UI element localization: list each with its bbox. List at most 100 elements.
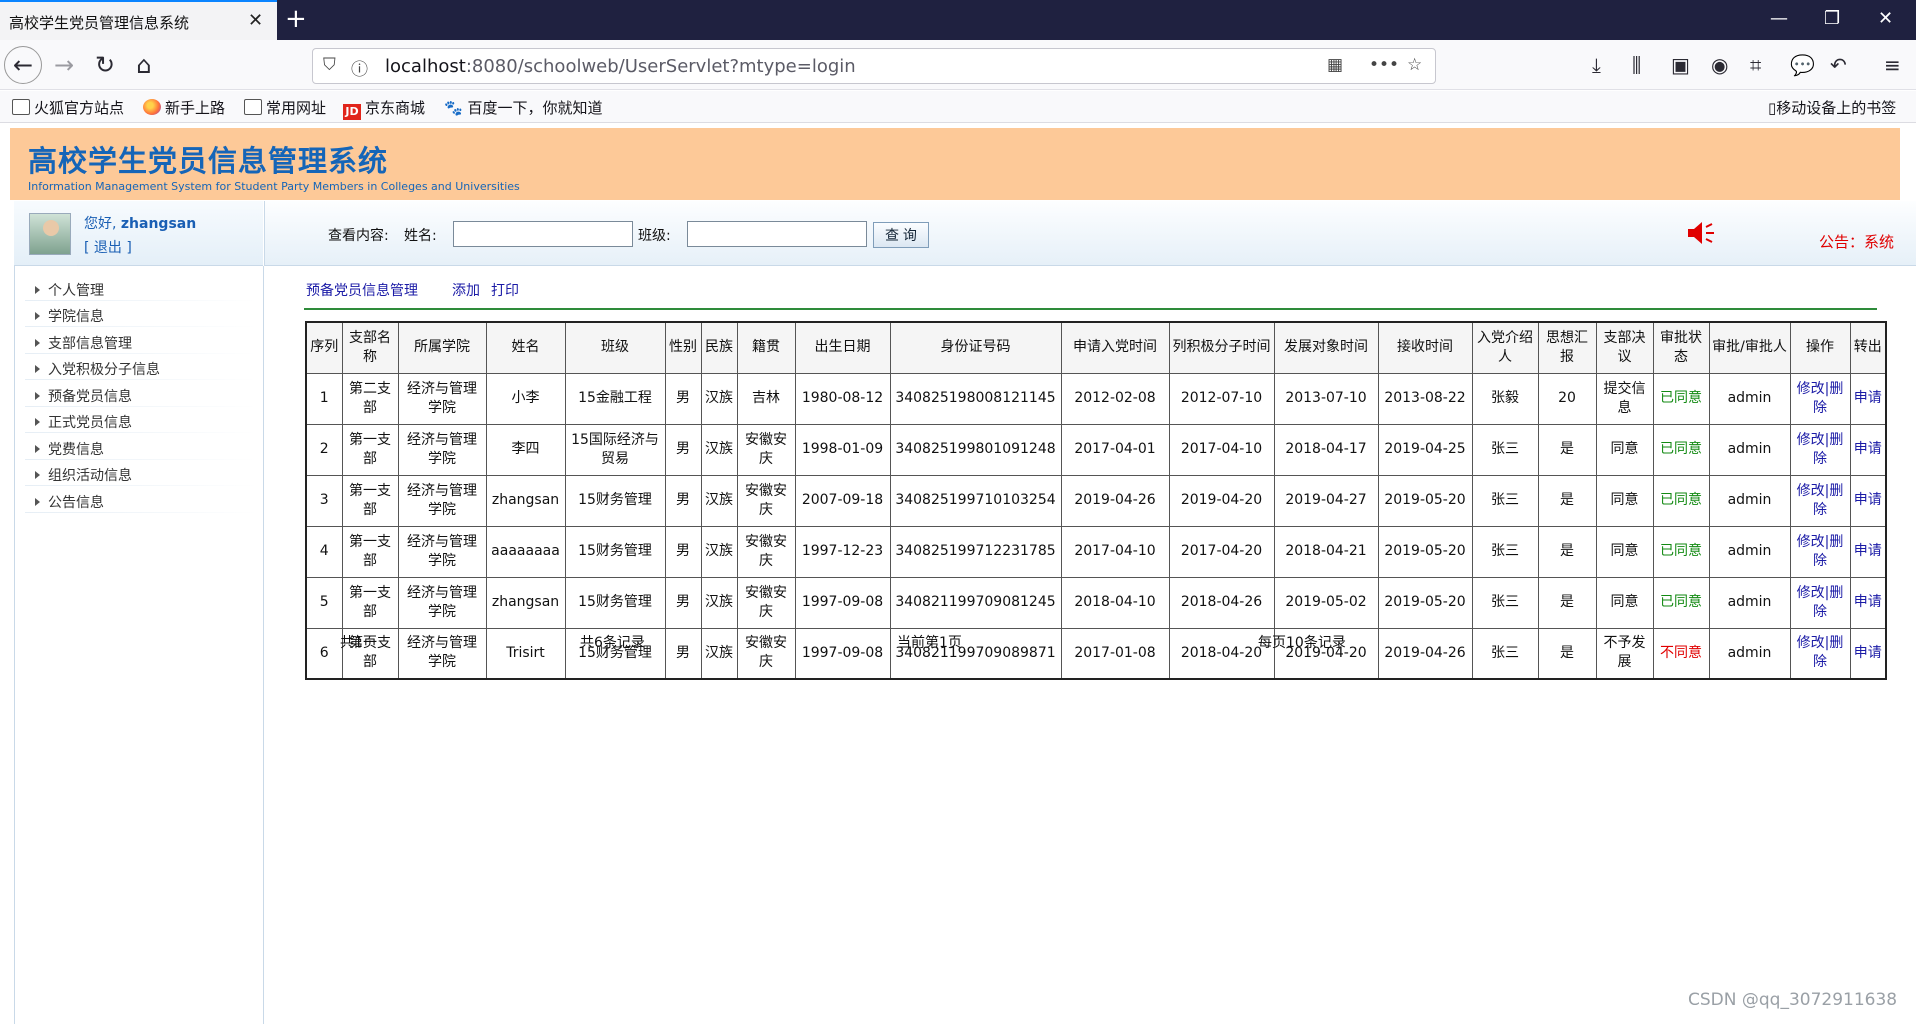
undo-icon[interactable]: ↶ <box>1830 53 1847 77</box>
cell-activist-date: 2017-04-20 <box>1168 525 1275 578</box>
edit-delete-links[interactable]: 修改|删除 <box>1789 372 1851 425</box>
download-icon[interactable]: ⤓ <box>1592 53 1601 77</box>
logout-link[interactable]: [ 退出 ] <box>84 237 132 257</box>
header-banner: 高校学生党员信息管理系统 Information Management Syst… <box>10 128 1900 200</box>
reload-icon[interactable]: ↻ <box>89 50 121 82</box>
cell-name: 小李 <box>485 372 566 425</box>
web-page: 高校学生党员信息管理系统 Information Management Syst… <box>0 124 1916 1024</box>
cell-id-number: 340825199710103254 <box>889 474 1062 527</box>
cell-candidate-date: 2018-04-21 <box>1273 525 1379 578</box>
cell-branch-resolution: 同意 <box>1595 576 1654 629</box>
forward-arrow-icon[interactable]: → <box>48 50 80 82</box>
sidebar-item-college[interactable]: 学院信息 <box>35 306 104 326</box>
sidebar-item-activists[interactable]: 入党积极分子信息 <box>35 359 160 379</box>
back-arrow-icon[interactable]: ← <box>7 50 39 82</box>
divider <box>25 485 257 486</box>
bookmark-baidu[interactable]: 🐾 百度一下，你就知道 <box>444 97 602 118</box>
cell-gender: 男 <box>664 474 702 527</box>
cell-college: 经济与管理学院 <box>397 372 487 425</box>
bookmark-star-icon[interactable]: ☆ <box>1407 55 1422 75</box>
cell-approval-status: 已同意 <box>1652 525 1710 578</box>
cell-ethnicity: 汉族 <box>700 372 738 425</box>
print-link[interactable]: 打印 <box>491 280 519 300</box>
address-bar[interactable]: ⛉ ⓘ localhost:8080/schoolweb/UserServlet… <box>312 48 1436 84</box>
caret-right-icon <box>35 286 40 294</box>
transfer-apply-link[interactable]: 申请 <box>1849 372 1887 425</box>
transfer-apply-link[interactable]: 申请 <box>1849 525 1887 578</box>
cell-ethnicity: 汉族 <box>700 525 738 578</box>
cell-approver: admin <box>1708 627 1791 680</box>
current-page: 当前第1页 <box>897 635 962 651</box>
minimize-icon[interactable]: — <box>1770 8 1788 29</box>
col-header: 出生日期 <box>794 321 891 374</box>
section-title-link[interactable]: 预备党员信息管理 <box>306 280 418 300</box>
col-header: 班级 <box>564 321 666 374</box>
qr-code-icon[interactable]: ▦ <box>1327 55 1343 75</box>
browser-tab[interactable]: 高校学生党员管理信息系统 ✕ <box>0 0 277 40</box>
edit-delete-links[interactable]: 修改|删除 <box>1789 474 1851 527</box>
cell-name: zhangsan <box>485 474 566 527</box>
sidebar-item-probationary[interactable]: 预备党员信息 <box>35 386 132 406</box>
tab-close-icon[interactable]: ✕ <box>248 10 263 31</box>
cell-approval-status: 已同意 <box>1652 372 1710 425</box>
new-tab-icon[interactable]: + <box>285 4 307 34</box>
info-icon[interactable]: ⓘ <box>351 55 368 80</box>
cell-introducer: 张三 <box>1471 576 1539 629</box>
bookmark-mobile[interactable]: ▯移动设备上的书签 <box>1768 97 1896 118</box>
sidebar-toggle-icon[interactable]: ▣ <box>1671 53 1690 77</box>
edit-delete-links[interactable]: 修改|删除 <box>1789 423 1851 476</box>
edit-delete-links[interactable]: 修改|删除 <box>1789 525 1851 578</box>
cell-birth-date: 1997-09-08 <box>794 576 891 629</box>
name-search-input[interactable] <box>453 221 633 247</box>
col-header: 审批状态 <box>1652 321 1710 374</box>
chat-icon[interactable]: 💬 <box>1790 53 1815 77</box>
more-actions-icon[interactable]: ••• <box>1369 55 1399 75</box>
home-icon[interactable]: ⌂ <box>128 50 160 82</box>
query-button[interactable]: 查 询 <box>873 222 929 248</box>
cell-branch: 第二支部 <box>341 372 399 425</box>
bookmarks-toolbar: 火狐官方站点 新手上路 常用网址 JD 京东商城 🐾 百度一下，你就知道 ▯移动设… <box>0 91 1916 123</box>
account-icon[interactable]: ◉ <box>1711 53 1728 77</box>
url-text[interactable]: localhost:8080/schoolweb/UserServlet?mty… <box>385 56 856 77</box>
cell-seq: 3 <box>305 474 343 527</box>
search-bar: 查看内容: 姓名: 班级: 查 询 公告：系统 <box>264 201 1916 266</box>
class-search-input[interactable] <box>687 221 867 247</box>
bookmark-firefox-site[interactable]: 火狐官方站点 <box>12 97 124 118</box>
caret-right-icon <box>35 365 40 373</box>
bookmark-jd[interactable]: JD 京东商城 <box>343 97 425 120</box>
library-icon[interactable]: ⫼ <box>1632 53 1641 77</box>
cell-native-place: 安徽安庆 <box>736 576 796 629</box>
announcement-marquee[interactable]: 公告：系统 <box>1819 231 1894 252</box>
transfer-apply-link[interactable]: 申请 <box>1849 576 1887 629</box>
edit-delete-links[interactable]: 修改|删除 <box>1789 627 1851 680</box>
shield-icon[interactable]: ⛉ <box>323 55 336 75</box>
cell-accept-date: 2013-08-22 <box>1377 372 1473 425</box>
cell-id-number: 340825199801091248 <box>889 423 1062 476</box>
transfer-apply-link[interactable]: 申请 <box>1849 474 1887 527</box>
sidebar-item-activities[interactable]: 组织活动信息 <box>35 465 132 485</box>
bookmark-common-sites[interactable]: 常用网址 <box>244 97 326 118</box>
window-close-icon[interactable]: ✕ <box>1878 8 1893 29</box>
transfer-apply-link[interactable]: 申请 <box>1849 423 1887 476</box>
menu-icon[interactable]: ≡ <box>1884 53 1901 77</box>
screenshot-icon[interactable]: ⌗ <box>1750 53 1761 77</box>
restore-icon[interactable]: ❐ <box>1824 8 1840 29</box>
edit-delete-links[interactable]: 修改|删除 <box>1789 576 1851 629</box>
bookmark-getting-started[interactable]: 新手上路 <box>143 97 225 118</box>
sidebar-item-branch[interactable]: 支部信息管理 <box>35 333 132 353</box>
cell-class: 15国际经济与贸易 <box>564 423 666 476</box>
divider <box>25 459 257 460</box>
cell-apply-date: 2019-04-26 <box>1060 474 1170 527</box>
cell-seq: 2 <box>305 423 343 476</box>
speaker-icon <box>1688 222 1714 244</box>
sidebar-item-full-members[interactable]: 正式党员信息 <box>35 412 132 432</box>
add-link[interactable]: 添加 <box>452 280 480 300</box>
sidebar-item-personal[interactable]: 个人管理 <box>35 280 104 300</box>
transfer-apply-link[interactable]: 申请 <box>1849 627 1887 680</box>
table-row: 5 第一支部 经济与管理学院 zhangsan 15财务管理男汉族 安徽安庆 1997-09… <box>305 576 1887 629</box>
cell-branch-resolution: 不予发展 <box>1595 627 1654 680</box>
user-panel: 您好, zhangsan [ 退出 ] <box>14 201 263 266</box>
sidebar-item-dues[interactable]: 党费信息 <box>35 439 104 459</box>
sidebar-item-announcements[interactable]: 公告信息 <box>35 492 104 512</box>
section-divider <box>304 308 1877 310</box>
